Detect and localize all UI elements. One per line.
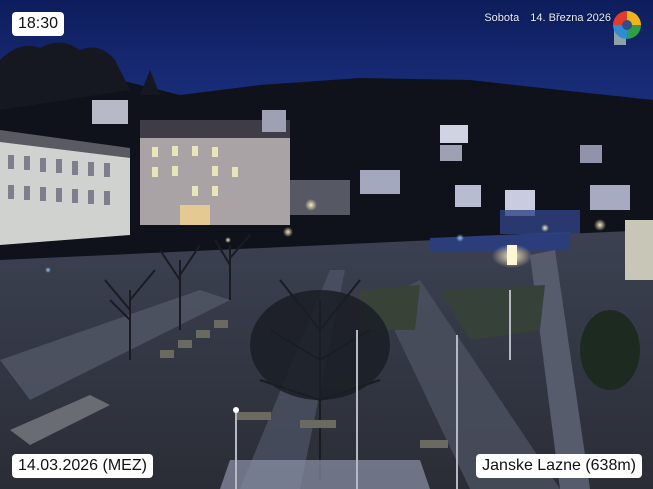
webcam-photo (0, 0, 653, 489)
webcam-logo-icon (613, 11, 641, 45)
long-date-label: 14. Března 2026 (530, 12, 611, 24)
weekday-label: Sobota (484, 12, 520, 24)
header-date: Sobota 14. Března 2026 (484, 12, 611, 25)
building-left (0, 140, 130, 245)
location-label: Janske Lazne (638m) (476, 454, 642, 478)
time-label: 18:30 (12, 12, 65, 36)
date-label: 14.03.2026 (MEZ) (12, 454, 153, 478)
